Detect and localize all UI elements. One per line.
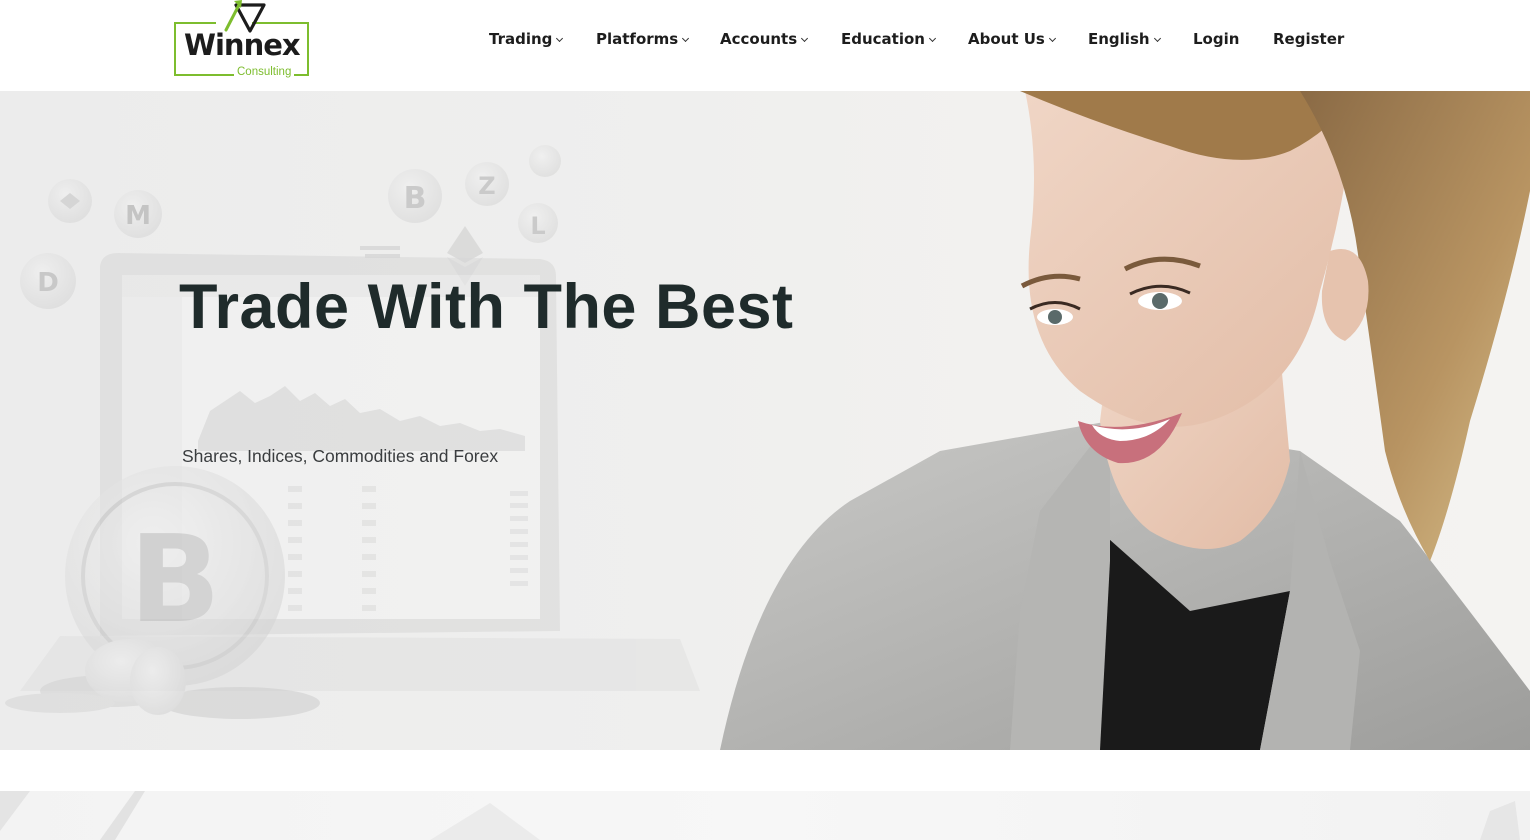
woman-portrait xyxy=(720,91,1530,750)
main-navigation: Trading Platforms Accounts Education Abo… xyxy=(0,26,1530,52)
nav-item-education[interactable]: Education xyxy=(841,30,937,48)
svg-text:D: D xyxy=(37,268,59,298)
svg-text:B: B xyxy=(404,181,427,216)
next-section-background xyxy=(0,791,1530,840)
nav-item-label: English xyxy=(1088,30,1150,48)
svg-text:M: M xyxy=(125,201,151,231)
svg-text:Z: Z xyxy=(478,172,495,200)
nav-item-label: Education xyxy=(841,30,925,48)
svg-text:L: L xyxy=(530,212,545,240)
language-selector[interactable]: English xyxy=(1088,30,1161,48)
nav-item-platforms[interactable]: Platforms xyxy=(596,30,690,48)
section-background-image xyxy=(0,791,1520,840)
chevron-down-icon xyxy=(1153,34,1161,43)
nav-item-trading[interactable]: Trading xyxy=(489,30,564,48)
register-link[interactable]: Register xyxy=(1273,30,1344,48)
nav-item-label: Platforms xyxy=(596,30,679,48)
site-header: Winnex Consulting Trading Platforms Acco… xyxy=(0,0,1530,91)
svg-text:B: B xyxy=(129,511,220,650)
nav-item-label: Accounts xyxy=(720,30,798,48)
nav-item-label: Trading xyxy=(489,30,553,48)
hero-background-image: M D B Z L B xyxy=(5,91,1530,750)
hero-title: Trade With The Best xyxy=(179,272,794,342)
chevron-down-icon xyxy=(1048,34,1056,43)
chevron-down-icon xyxy=(556,34,564,43)
chevron-down-icon xyxy=(928,34,937,43)
chevron-down-icon xyxy=(801,34,809,43)
nav-item-label: Register xyxy=(1273,30,1345,48)
hero-banner: M D B Z L B Trade With The Best Shares, … xyxy=(0,91,1530,750)
chevron-down-icon xyxy=(682,34,690,43)
nav-item-accounts[interactable]: Accounts xyxy=(720,30,809,48)
nav-item-about-us[interactable]: About Us xyxy=(968,30,1056,48)
login-link[interactable]: Login xyxy=(1193,30,1239,48)
logo-tagline: Consulting xyxy=(234,66,295,79)
nav-item-label: About Us xyxy=(968,30,1045,48)
hero-subtitle: Shares, Indices, Commodities and Forex xyxy=(182,446,499,466)
nav-item-label: Login xyxy=(1193,30,1240,48)
